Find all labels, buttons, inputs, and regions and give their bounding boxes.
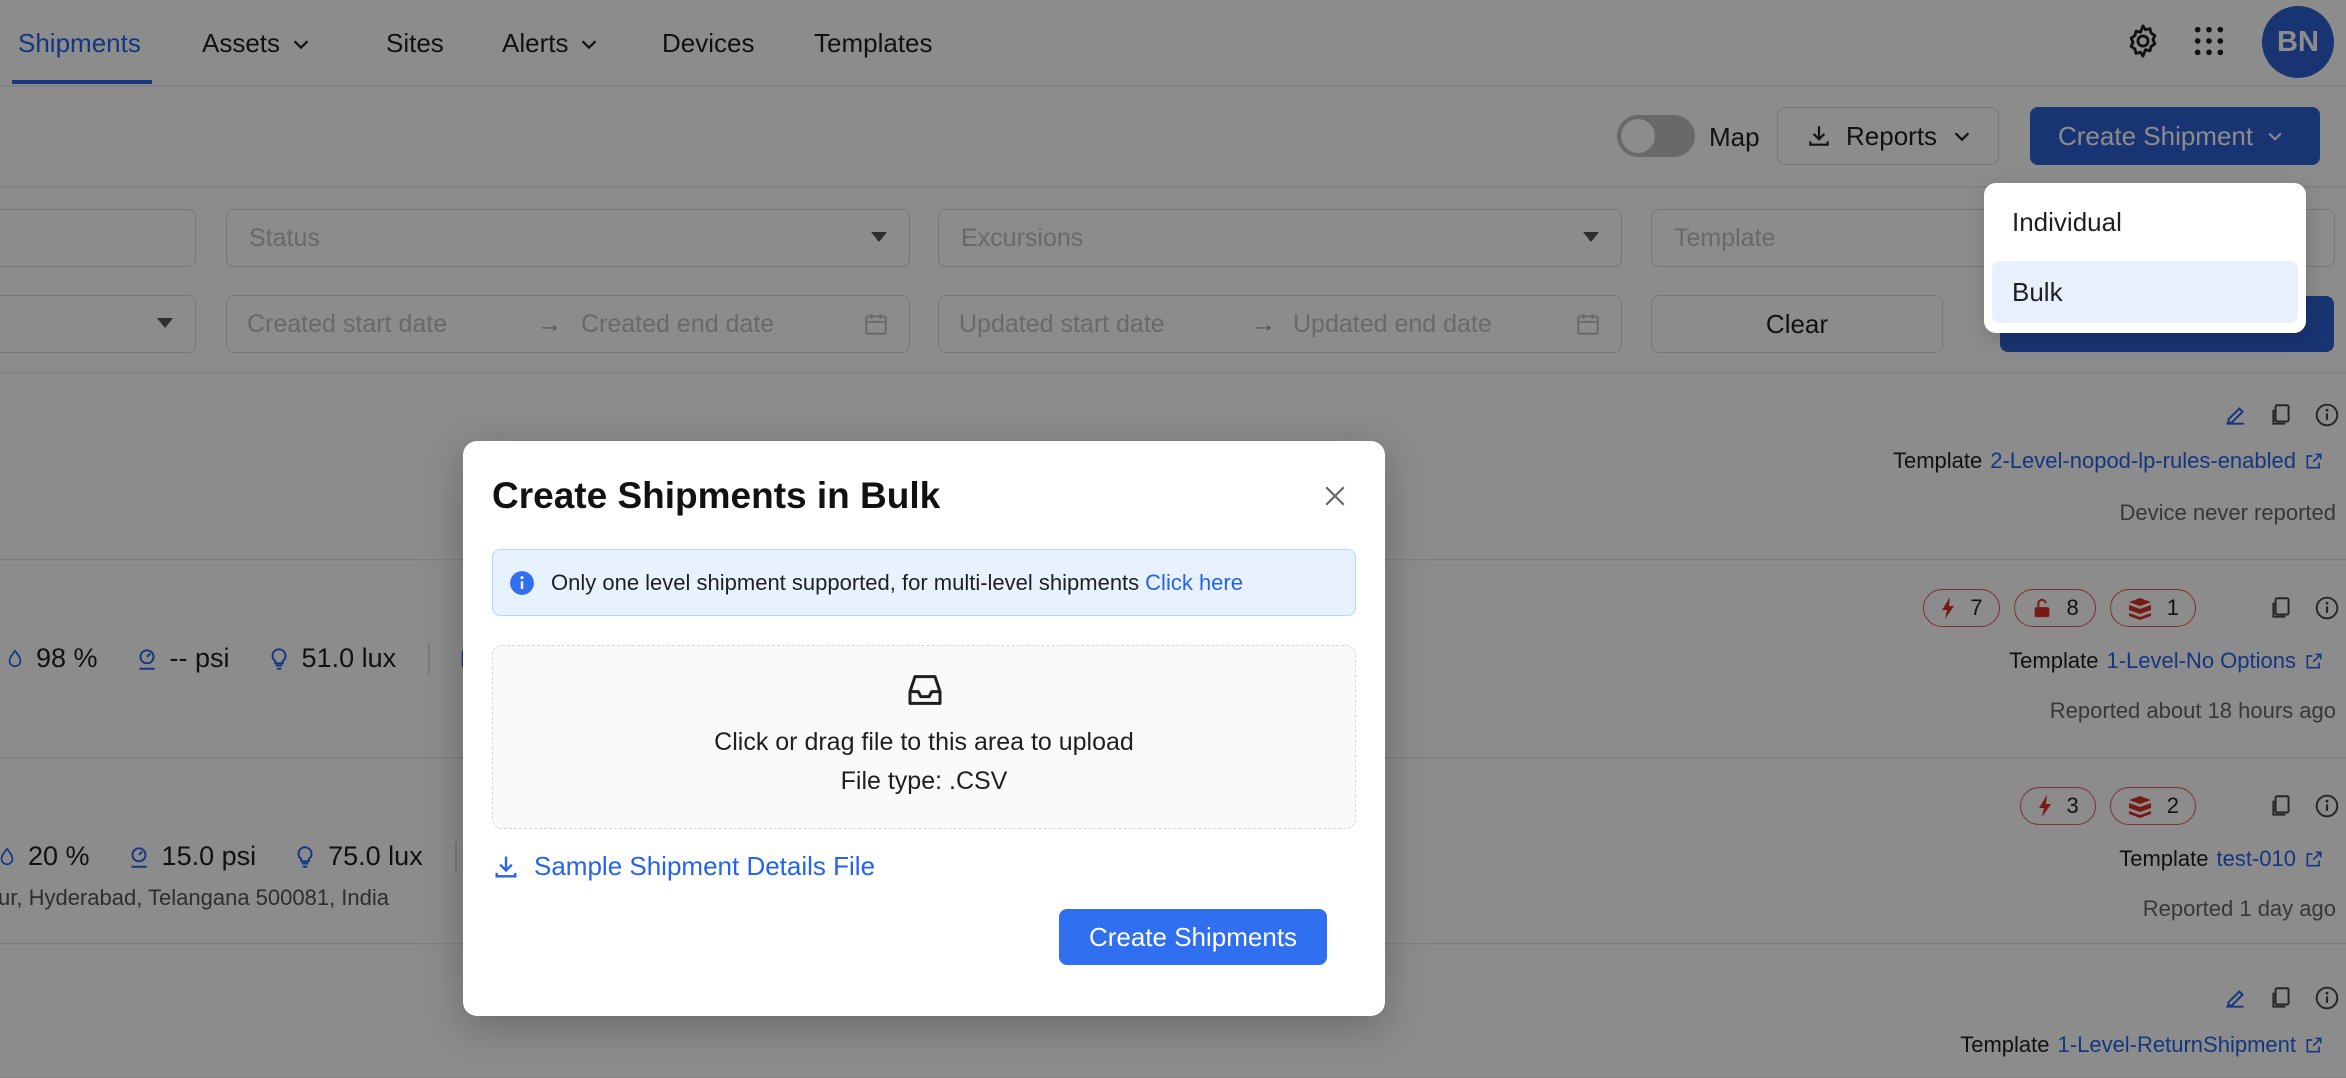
close-icon[interactable] bbox=[1320, 481, 1350, 511]
info-circle-icon bbox=[510, 570, 534, 595]
modal-title: Create Shipments in Bulk bbox=[492, 475, 941, 516]
menu-item-bulk[interactable]: Bulk bbox=[1992, 261, 2298, 323]
create-shipment-menu: Individual Bulk bbox=[1984, 183, 2306, 333]
upload-instructions: Click or drag file to this area to uploa… bbox=[714, 728, 1134, 756]
menu-item-individual[interactable]: Individual bbox=[1992, 191, 2298, 253]
upload-file-type: File type: .CSV bbox=[840, 767, 1008, 795]
create-shipments-button[interactable]: Create Shipments bbox=[1059, 909, 1327, 965]
download-icon bbox=[495, 856, 517, 877]
info-text: Only one level shipment supported, for m… bbox=[551, 569, 1140, 595]
sample-file-label: Sample Shipment Details File bbox=[534, 851, 876, 881]
bulk-create-modal: Create Shipments in Bulk Only one level … bbox=[463, 441, 1385, 1016]
multi-level-link[interactable]: Click here bbox=[1145, 570, 1243, 596]
inbox-icon bbox=[908, 675, 942, 705]
info-alert: Only one level shipment supported, for m… bbox=[492, 549, 1356, 616]
file-upload-dropzone[interactable]: Click or drag file to this area to uploa… bbox=[492, 645, 1356, 829]
sample-file-link[interactable]: Sample Shipment Details File bbox=[492, 851, 875, 882]
